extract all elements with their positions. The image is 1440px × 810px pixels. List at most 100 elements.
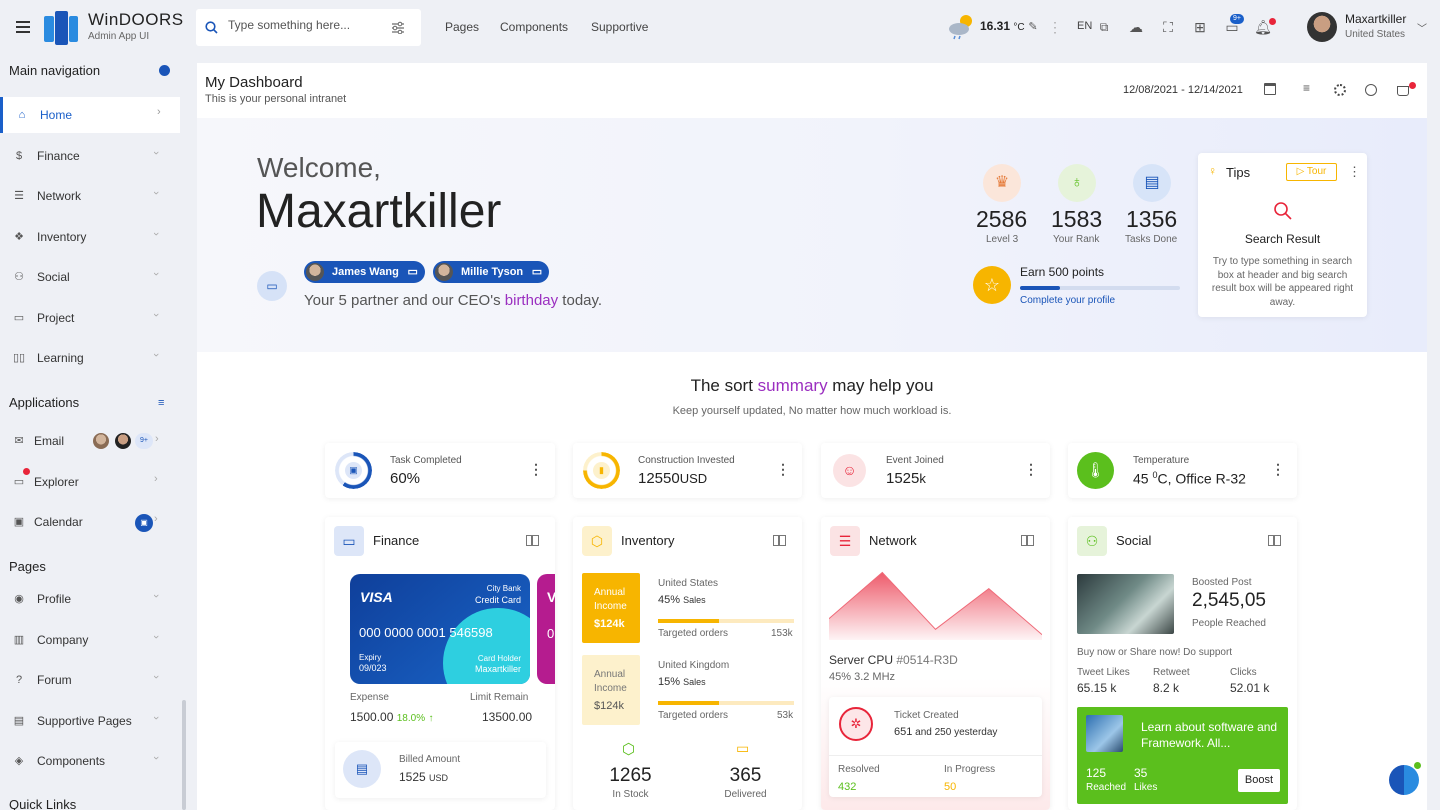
points-progress-fill <box>1020 286 1060 290</box>
sidebar-item-email[interactable]: ✉ Email <box>0 423 180 459</box>
sidebar-item-finance[interactable]: $ Finance › <box>0 138 180 174</box>
nav-components[interactable]: Components <box>500 20 568 34</box>
star-icon: ☆ <box>973 266 1011 304</box>
welcome-text: Welcome, <box>257 152 381 183</box>
card-expiry: 09/023 <box>359 663 387 673</box>
user-icon: ◉ <box>14 593 24 605</box>
app-subtitle: Admin App UI <box>88 31 150 42</box>
boost-button[interactable]: Boost <box>1238 769 1280 792</box>
task-completed-card: ▣ Task Completed 60% ⋮ <box>325 443 555 498</box>
page-title: My Dashboard <box>205 74 303 91</box>
sidebar-item-project[interactable]: ▭ Project › <box>0 300 180 336</box>
search-box <box>196 9 421 46</box>
boosted-post-image[interactable] <box>1077 574 1174 634</box>
cloud-download-icon[interactable]: ☁ <box>1127 18 1145 36</box>
translate-icon[interactable]: ⧉ <box>1095 18 1113 36</box>
layout-grid-icon[interactable] <box>526 535 539 546</box>
limit-value: 13500.00 <box>482 710 533 724</box>
apps-grid-icon[interactable]: ⊞ <box>1191 18 1209 36</box>
avatar <box>435 263 453 281</box>
chevron-down-icon: › <box>149 191 162 195</box>
sidebar-item-components[interactable]: ◈ Components › <box>0 743 180 779</box>
cpu-value: 45% 3.2 MHz <box>829 671 896 683</box>
sidebar-item-supportive-pages[interactable]: ▤ Supportive Pages › <box>0 703 180 739</box>
sidebar-item-company[interactable]: ▥ Company › <box>0 622 180 658</box>
partner-millie-tyson[interactable]: Millie Tyson ▭ <box>433 261 550 283</box>
chevron-down-icon: › <box>149 594 162 598</box>
page-subtitle: This is your personal intranet <box>205 93 347 105</box>
sidebar-item-learning[interactable]: ▯▯ Learning › <box>0 340 180 376</box>
smile-icon: ☺ <box>833 454 866 487</box>
summary-title: The sort summary may help you <box>690 376 934 395</box>
edit-icon[interactable]: ✎ <box>1024 18 1042 36</box>
chevron-down-icon[interactable]: ﹀ <box>1417 20 1427 35</box>
tour-button[interactable]: ▷ Tour <box>1286 163 1337 181</box>
app-name: WinDOORS <box>88 10 184 29</box>
language-selector[interactable]: EN <box>1077 20 1092 32</box>
sidebar-item-social[interactable]: ⚇ Social › <box>0 259 180 295</box>
sidebar-section-main: Main navigation <box>9 63 101 78</box>
ticket-value: 651 and 250 yesterday <box>894 726 998 738</box>
fullscreen-icon[interactable]: ⛶ <box>1159 18 1177 36</box>
chevron-down-icon: › <box>149 675 162 679</box>
nav-supportive[interactable]: Supportive <box>591 20 648 34</box>
chat-badge: 9+ <box>1230 14 1244 24</box>
calendar-icon[interactable] <box>1264 83 1276 95</box>
inprogress-label: In Progress <box>944 764 996 775</box>
user-avatar[interactable] <box>1307 12 1337 42</box>
sidebar-item-inventory[interactable]: ❖ Inventory › <box>0 219 180 255</box>
search-input[interactable] <box>228 18 378 32</box>
inprogress-value: 50 <box>944 781 957 793</box>
basket-icon[interactable] <box>1397 86 1409 96</box>
receipt-icon: ▤ <box>343 750 381 788</box>
complete-profile-link[interactable]: Complete your profile <box>1020 295 1115 306</box>
layout-grid-icon[interactable] <box>1268 535 1281 546</box>
more-vertical-icon[interactable]: ⋮ <box>1024 461 1038 478</box>
sliders-icon[interactable]: ≡ <box>158 397 164 409</box>
more-vertical-icon[interactable]: ⋮ <box>1348 164 1361 180</box>
sidebar-item-home[interactable]: ⌂ Home › <box>0 97 180 133</box>
layout-grid-icon[interactable] <box>773 535 786 546</box>
credit-card[interactable]: VISA City Bank Credit Card 000 0000 0001… <box>350 574 530 684</box>
palette-icon[interactable] <box>1365 84 1377 96</box>
more-vertical-icon[interactable]: ⋮ <box>529 461 543 478</box>
calendar-icon: ▣ <box>13 516 25 528</box>
date-range[interactable]: 12/08/2021 - 12/14/2021 <box>1123 84 1243 96</box>
sidebar-scrollbar[interactable] <box>182 700 186 810</box>
task-completed-value: 60% <box>390 470 421 487</box>
ticket-label: Ticket Created <box>894 710 959 721</box>
event-joined-value: 1525k <box>886 470 926 487</box>
top-header: WinDOORS Admin App UI Pages Components S… <box>0 0 1440 55</box>
sidebar-section-pages: Pages <box>9 559 46 574</box>
more-vertical-icon[interactable]: ⋮ <box>1271 461 1285 478</box>
more-vertical-icon[interactable]: ⋮ <box>1046 18 1064 36</box>
support-icon[interactable] <box>1334 84 1346 96</box>
partner-james-wang[interactable]: James Wang ▭ <box>304 261 425 283</box>
temperature-value: 45 0C, Office R-32 <box>1133 470 1246 487</box>
nav-pages[interactable]: Pages <box>445 20 479 34</box>
card-number: 000 0000 0001 546598 <box>359 625 493 640</box>
filter-icon[interactable]: ≡ <box>1303 81 1310 95</box>
clicks-value: 52.01 k <box>1230 681 1270 695</box>
tips-heading: Search Result <box>1244 232 1321 246</box>
inventory-uk-sales: 15% Sales <box>658 676 706 688</box>
promo-reached-value: 125 <box>1086 766 1107 780</box>
layout-grid-icon[interactable] <box>1021 535 1034 546</box>
stat-rank-value: 1583 <box>1051 206 1103 232</box>
sidebar-item-calendar[interactable]: ▣ Calendar › <box>0 504 180 540</box>
sidebar-item-profile[interactable]: ◉ Profile › <box>0 581 180 617</box>
birthday-message: Your 5 partner and our CEO's birthday to… <box>304 292 603 309</box>
next-credit-card[interactable]: V0 <box>537 574 555 684</box>
money-icon: ▭ <box>334 526 364 556</box>
menu-toggle-icon[interactable] <box>16 21 30 33</box>
chevron-right-icon: › <box>155 433 159 445</box>
sidebar-item-forum[interactable]: ? Forum › <box>0 662 180 698</box>
user-circle-icon[interactable] <box>159 65 170 76</box>
sidebar-section-applications: Applications <box>9 395 80 410</box>
floating-logo-button[interactable] <box>1389 765 1419 795</box>
filter-settings-icon[interactable] <box>391 21 405 34</box>
more-vertical-icon[interactable]: ⋮ <box>776 461 790 478</box>
card-brand: VISA <box>360 589 393 605</box>
sidebar-item-network[interactable]: ☰ Network › <box>0 178 180 214</box>
card-holder: Maxartkiller <box>474 664 521 674</box>
